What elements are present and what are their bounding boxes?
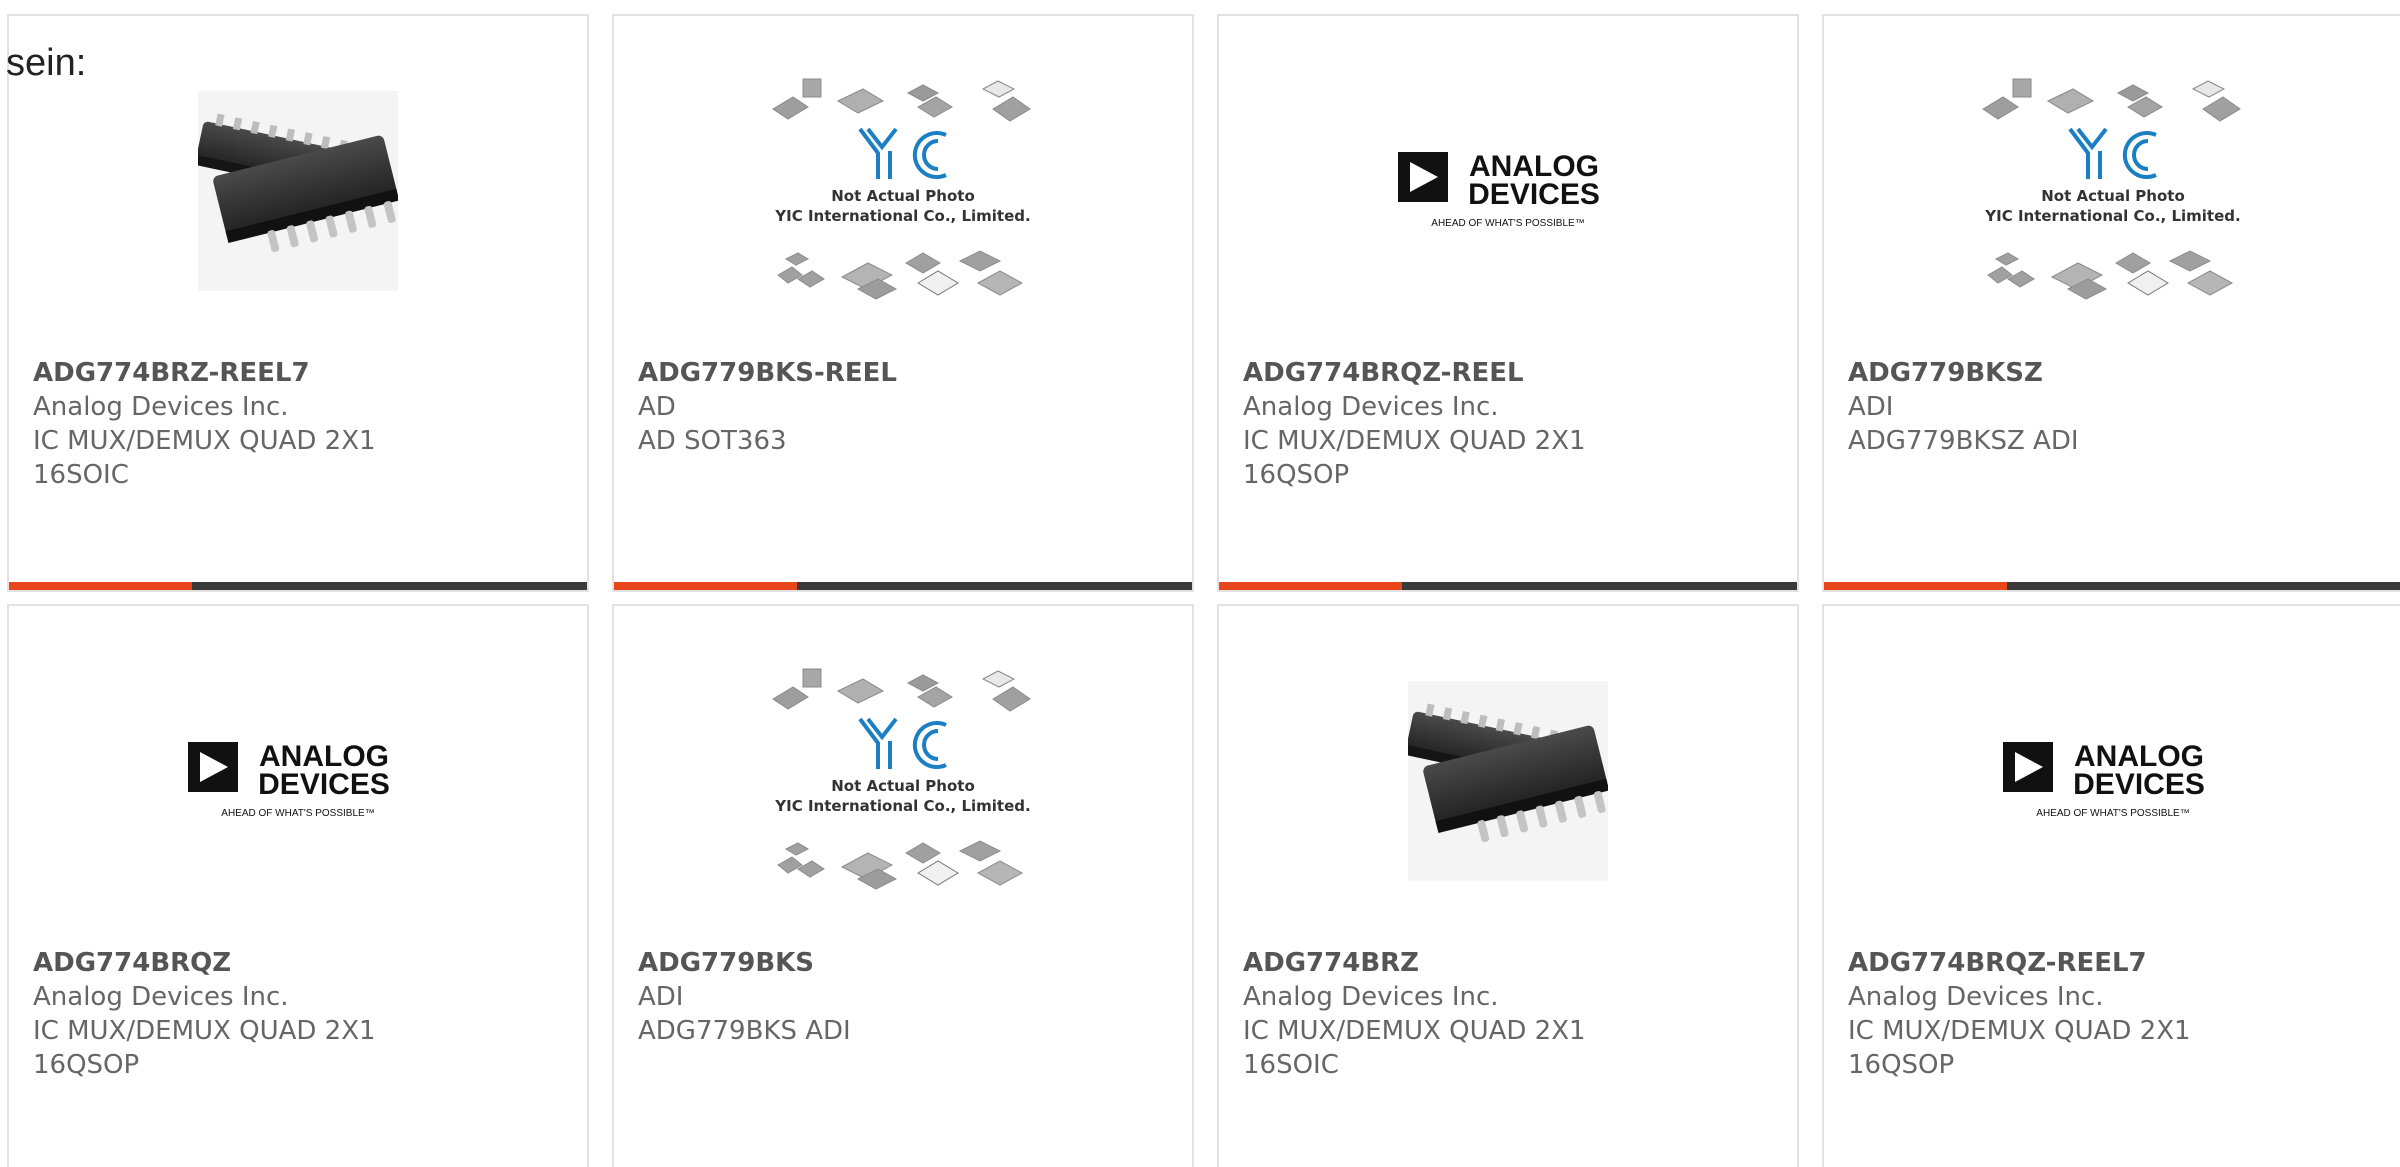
description: IC MUX/DEMUX QUAD 2X1	[1243, 1016, 1586, 1046]
adi-tagline: AHEAD OF WHAT'S POSSIBLE™	[1431, 218, 1584, 229]
part-number-link[interactable]: ADG774BRZ-REEL7	[33, 356, 563, 390]
product-listing-page: sein: ADG774BRZ-REEL7 Analog Devices Inc…	[0, 0, 2400, 1167]
product-info: ADG774BRQZ Analog Devices Inc. IC MUX/DEMU…	[33, 946, 563, 1082]
product-image[interactable]: Not Actual Photo YIC International Co., …	[614, 56, 1192, 326]
product-info: ADG774BRZ Analog Devices Inc. IC MUX/DEMUX…	[1243, 946, 1773, 1082]
description: IC MUX/DEMUX QUAD 2X1	[33, 1016, 376, 1046]
description: ADG779BKS ADI	[638, 1016, 851, 1046]
ic-chip-photo	[1408, 681, 1608, 881]
analog-devices-logo: ANALOG DEVICES AHEAD OF WHAT'S POSSIBLE™	[188, 740, 390, 819]
product-card[interactable]: ADG774BRZ Analog Devices Inc. IC MUX/DEMUX…	[1217, 604, 1799, 1167]
manufacturer: Analog Devices Inc.	[1243, 392, 1499, 422]
card-hover-bar	[1824, 582, 2400, 590]
yic-placeholder-image: Not Actual Photo YIC International Co., …	[772, 78, 1031, 300]
product-info: ADG774BRQZ-REEL7 Analog Devices Inc. IC MU…	[1848, 946, 2378, 1082]
yic-line2: YIC International Co., Limited.	[774, 207, 1030, 225]
description: 16SOIC	[33, 460, 129, 490]
card-accent-segment	[9, 582, 192, 590]
product-info: ADG774BRZ-REEL7 Analog Devices Inc. IC MUX…	[33, 356, 563, 492]
part-number-link[interactable]: ADG774BRQZ-REEL7	[1848, 946, 2378, 980]
product-info: ADG779BKS ADI ADG779BKS ADI	[638, 946, 1168, 1048]
product-card[interactable]: Not Actual Photo YIC International Co., …	[612, 14, 1194, 592]
analog-devices-logo: ANALOG DEVICES AHEAD OF WHAT'S POSSIBLE™	[1398, 150, 1600, 229]
card-hover-bar	[9, 582, 587, 590]
manufacturer: Analog Devices Inc.	[1848, 982, 2104, 1012]
part-number-link[interactable]: ADG779BKS-REEL	[638, 356, 1168, 390]
part-number-link[interactable]: ADG774BRQZ	[33, 946, 563, 980]
analog-devices-logo: ANALOG DEVICES AHEAD OF WHAT'S POSSIBLE™	[2003, 740, 2205, 819]
part-number-link[interactable]: ADG774BRZ	[1243, 946, 1773, 980]
product-image[interactable]: ANALOG DEVICES AHEAD OF WHAT'S POSSIBLE™	[9, 646, 587, 916]
yic-line1: Not Actual Photo	[831, 777, 975, 795]
card-hover-bar	[614, 582, 1192, 590]
part-number-link[interactable]: ADG779BKSZ	[1848, 356, 2378, 390]
description: ADG779BKSZ ADI	[1848, 426, 2079, 456]
product-card[interactable]: Not Actual Photo YIC International Co., …	[1822, 14, 2400, 592]
part-number-link[interactable]: ADG774BRQZ-REEL	[1243, 356, 1773, 390]
description: IC MUX/DEMUX QUAD 2X1	[1848, 1016, 2191, 1046]
manufacturer: AD	[638, 392, 676, 422]
product-image[interactable]	[9, 56, 587, 326]
intro-text: sein:	[6, 42, 87, 84]
adi-tagline: AHEAD OF WHAT'S POSSIBLE™	[2036, 808, 2189, 819]
product-image[interactable]: Not Actual Photo YIC International Co., …	[1824, 56, 2400, 326]
product-info: ADG774BRQZ-REEL Analog Devices Inc. IC MUX…	[1243, 356, 1773, 492]
manufacturer: ADI	[1848, 392, 1894, 422]
description: 16QSOP	[1243, 460, 1350, 490]
product-card[interactable]: ANALOG DEVICES AHEAD OF WHAT'S POSSIBLE™…	[7, 604, 589, 1167]
product-info: ADG779BKS-REEL AD AD SOT363	[638, 356, 1168, 458]
part-number-link[interactable]: ADG779BKS	[638, 946, 1168, 980]
manufacturer: Analog Devices Inc.	[33, 392, 289, 422]
product-card[interactable]: ANALOG DEVICES AHEAD OF WHAT'S POSSIBLE™…	[1217, 14, 1799, 592]
card-accent-segment	[614, 582, 797, 590]
adi-line2: DEVICES	[258, 768, 390, 801]
product-image[interactable]: ANALOG DEVICES AHEAD OF WHAT'S POSSIBLE™	[1824, 646, 2400, 916]
manufacturer: ADI	[638, 982, 684, 1012]
yic-line1: Not Actual Photo	[2041, 187, 2185, 205]
adi-tagline: AHEAD OF WHAT'S POSSIBLE™	[221, 808, 374, 819]
yic-line2: YIC International Co., Limited.	[1984, 207, 2240, 225]
yic-placeholder-image: Not Actual Photo YIC International Co., …	[772, 668, 1031, 890]
adi-line2: DEVICES	[1468, 178, 1600, 211]
yic-line1: Not Actual Photo	[831, 187, 975, 205]
manufacturer: Analog Devices Inc.	[1243, 982, 1499, 1012]
manufacturer: Analog Devices Inc.	[33, 982, 289, 1012]
product-grid: ADG774BRZ-REEL7 Analog Devices Inc. IC MUX…	[0, 14, 2400, 1167]
description: IC MUX/DEMUX QUAD 2X1	[1243, 426, 1586, 456]
card-accent-segment	[1219, 582, 1402, 590]
yic-line2: YIC International Co., Limited.	[774, 797, 1030, 815]
description: AD SOT363	[638, 426, 787, 456]
adi-line2: DEVICES	[2073, 768, 2205, 801]
ic-chip-photo	[198, 91, 398, 291]
product-card[interactable]: ADG774BRZ-REEL7 Analog Devices Inc. IC MUX…	[7, 14, 589, 592]
description: 16SOIC	[1243, 1050, 1339, 1080]
description: IC MUX/DEMUX QUAD 2X1	[33, 426, 376, 456]
product-image[interactable]: Not Actual Photo YIC International Co., …	[614, 646, 1192, 916]
product-card[interactable]: Not Actual Photo YIC International Co., …	[612, 604, 1194, 1167]
description: 16QSOP	[33, 1050, 140, 1080]
product-image[interactable]	[1219, 646, 1797, 916]
product-image[interactable]: ANALOG DEVICES AHEAD OF WHAT'S POSSIBLE™	[1219, 56, 1797, 326]
card-hover-bar	[1219, 582, 1797, 590]
description: 16QSOP	[1848, 1050, 1955, 1080]
product-card[interactable]: ANALOG DEVICES AHEAD OF WHAT'S POSSIBLE™…	[1822, 604, 2400, 1167]
card-accent-segment	[1824, 582, 2007, 590]
yic-placeholder-image: Not Actual Photo YIC International Co., …	[1982, 78, 2241, 300]
product-info: ADG779BKSZ ADI ADG779BKSZ ADI	[1848, 356, 2378, 458]
